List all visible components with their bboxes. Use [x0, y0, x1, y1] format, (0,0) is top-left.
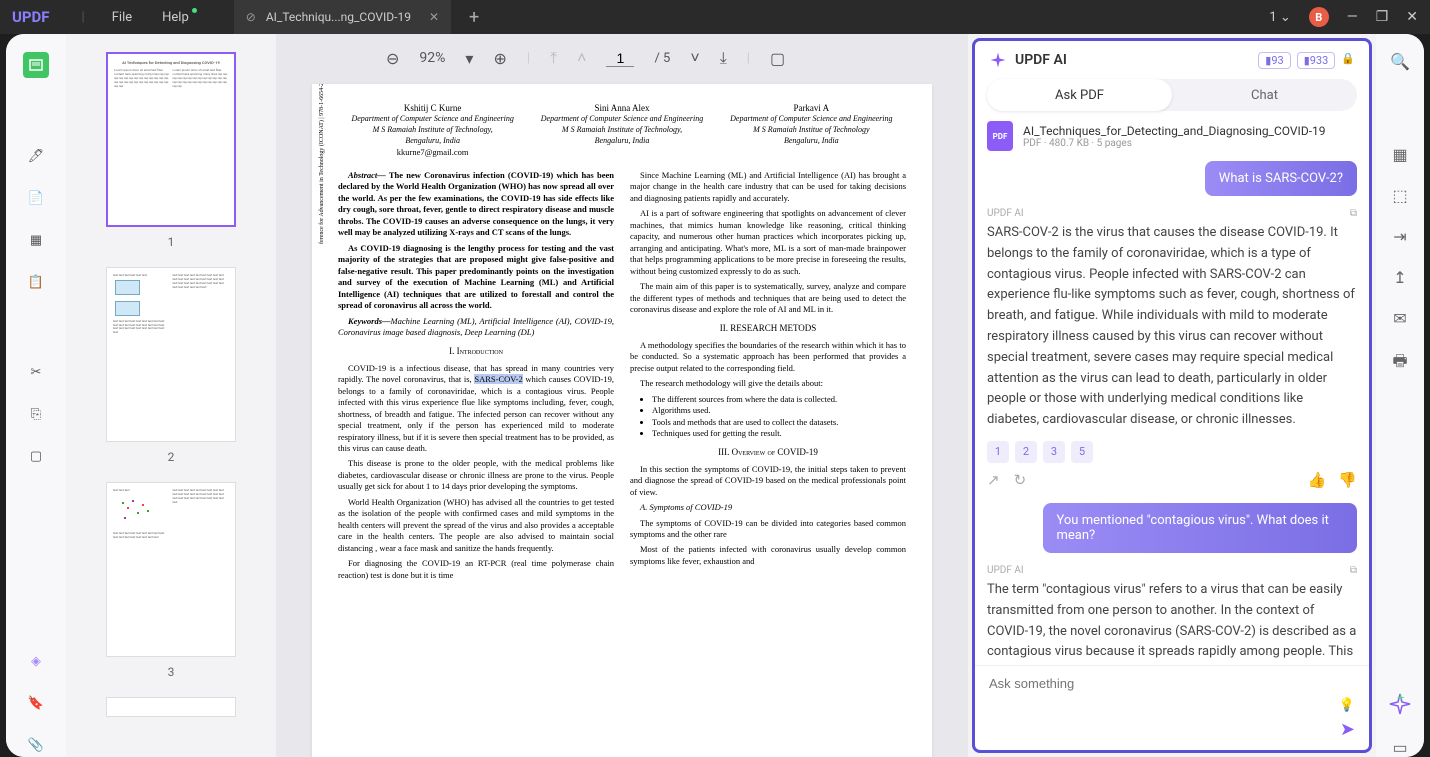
layers-icon[interactable]: ◈	[24, 649, 48, 673]
zoom-in-icon[interactable]: ⊕	[493, 49, 506, 68]
bookmark-icon[interactable]: 🔖	[24, 691, 48, 715]
first-page-icon[interactable]: ⤒	[550, 48, 557, 68]
last-page-icon[interactable]: ⤓	[720, 48, 727, 68]
crop-tool-icon[interactable]: ✂	[24, 360, 48, 384]
ai-tabs: Ask PDF Chat	[987, 79, 1357, 111]
ai-panel: UPDF AI ▮93 ▮933 🔒 Ask PDF Chat PDF AI_T…	[972, 38, 1372, 753]
copy-icon[interactable]: ⧉	[1350, 565, 1357, 576]
lightbulb-icon[interactable]: 💡	[1339, 698, 1355, 713]
ref-2[interactable]: 2	[1015, 441, 1037, 463]
page-tool-icon[interactable]: ▦	[24, 228, 48, 252]
vertical-citation: ference for Advancement in Technology (I…	[318, 84, 326, 244]
next-page-icon[interactable]: ˅	[690, 48, 699, 68]
ocr-icon[interactable]: ⬚	[1392, 186, 1407, 205]
email-icon[interactable]: ✉	[1393, 309, 1406, 328]
tab-chat[interactable]: Chat	[1172, 79, 1357, 111]
doc-toolbar: ⊖ 92% ▾ ⊕ | ⤒ ˄ / 5 ˅ ⤓ | ▢	[276, 34, 968, 82]
regenerate-icon[interactable]: ↻	[1014, 471, 1027, 489]
user-avatar[interactable]: B	[1309, 7, 1329, 27]
tab-doc-icon: ⊘	[246, 10, 256, 24]
ai-source-label: UPDF AI	[987, 208, 1024, 219]
copy-icon[interactable]: ⧉	[1350, 208, 1357, 219]
chat-scroll[interactable]: What is SARS-COV-2? UPDF AI ⧉ SARS-COV-2 …	[975, 161, 1369, 665]
share-icon-right[interactable]: ↥	[1393, 268, 1406, 287]
attachment-icon[interactable]: 📎	[24, 733, 48, 757]
ai-panel-title: UPDF AI	[1015, 52, 1067, 68]
zoom-out-icon[interactable]: ⊖	[386, 49, 399, 68]
thumbs-up-icon[interactable]: 👍	[1308, 471, 1327, 489]
form-tool-icon[interactable]: ⎘	[24, 402, 48, 426]
thumbnail-4[interactable]	[96, 697, 246, 717]
ref-4[interactable]: 5	[1071, 441, 1093, 463]
new-tab-button[interactable]: +	[469, 7, 479, 28]
user-message-2: You mentioned "contagious virus". What d…	[1043, 503, 1358, 553]
tool-icon-4[interactable]: 📋	[24, 270, 48, 294]
redact-tool-icon[interactable]: ▢	[24, 444, 48, 468]
ai-input[interactable]	[989, 676, 1355, 691]
thumbnail-2[interactable]: text text text text text texttext text t…	[96, 267, 246, 464]
right-toolbar: 🔍 ▦ ⬚ ⇥ ↥ ✉ 🖶 ▭	[1376, 34, 1424, 757]
thumbnail-3[interactable]: text text texttext text text text text t…	[96, 482, 246, 679]
search-icon[interactable]: 🔍	[1390, 52, 1410, 71]
reference-chips: 1 2 3 5	[987, 441, 1357, 463]
credit-badge-1[interactable]: ▮93	[1258, 52, 1290, 69]
ai-response-2: The term "contagious virus" refers to a …	[987, 580, 1357, 665]
left-toolbar: 🖊 📄 ▦ 📋 ✂ ⎘ ▢ ◈ 🔖 📎	[6, 34, 66, 757]
lock-icon[interactable]: 🔒	[1341, 52, 1355, 69]
share-icon[interactable]: ↗	[987, 471, 1000, 489]
edit-tool-icon[interactable]: 📄	[24, 186, 48, 210]
thumbnail-panel: AI Techniques for Detecting and Diagnosi…	[66, 34, 276, 757]
menu-help[interactable]: Help	[162, 10, 189, 25]
document-area: ⊖ 92% ▾ ⊕ | ⤒ ˄ / 5 ˅ ⤓ | ▢ ference for …	[276, 34, 968, 757]
tab-close-icon[interactable]: ✕	[429, 10, 439, 24]
ai-response: SARS-COV-2 is the virus that causes the …	[987, 223, 1357, 431]
counter[interactable]: 1 ⌄	[1269, 10, 1290, 25]
send-button[interactable]: ➤	[1340, 719, 1355, 740]
tab-ask-pdf[interactable]: Ask PDF	[987, 79, 1172, 111]
zoom-dropdown-icon[interactable]: ▾	[465, 49, 473, 68]
zoom-level[interactable]: 92%	[419, 50, 445, 66]
minimize-button[interactable]: —	[1347, 9, 1358, 25]
credit-badge-2[interactable]: ▮933	[1297, 52, 1336, 69]
tab-title: AI_Techniqu...ng_COVID-19	[266, 10, 411, 24]
comment-tool-icon[interactable]: 🖊	[24, 144, 48, 168]
export-icon[interactable]: ▦	[1392, 145, 1407, 164]
document-tab[interactable]: ⊘ AI_Techniqu...ng_COVID-19 ✕	[234, 0, 451, 34]
thumbs-down-icon[interactable]: 👎	[1338, 471, 1357, 489]
presentation-icon[interactable]: ▢	[770, 49, 785, 68]
maximize-button[interactable]: ❐	[1376, 9, 1389, 25]
slideshow-icon[interactable]: ▭	[1392, 738, 1407, 757]
ref-1[interactable]: 1	[987, 441, 1009, 463]
print-icon[interactable]: 🖶	[1392, 350, 1407, 377]
ref-3[interactable]: 3	[1043, 441, 1065, 463]
page-number-input[interactable]	[606, 50, 634, 67]
compress-icon[interactable]: ⇥	[1393, 227, 1406, 246]
app-logo: UPDF	[12, 8, 50, 26]
ai-star-icon[interactable]	[1388, 692, 1412, 716]
doc-chip[interactable]: PDF AI_Techniques_for_Detecting_and_Diag…	[987, 121, 1357, 151]
close-window-button[interactable]: ✕	[1406, 9, 1418, 25]
prev-page-icon[interactable]: ˄	[577, 48, 586, 68]
menu-file[interactable]: File	[112, 10, 132, 25]
pdf-page[interactable]: ference for Advancement in Technology (I…	[312, 84, 932, 757]
thumbnail-1[interactable]: AI Techniques for Detecting and Diagnosi…	[96, 52, 246, 249]
titlebar: UPDF | File Help ⊘ AI_Techniqu...ng_COVI…	[0, 0, 1430, 34]
highlighted-term: SARS-COV-2	[474, 374, 522, 384]
pdf-file-icon: PDF	[987, 121, 1013, 151]
updf-ai-logo-icon	[989, 51, 1007, 69]
reader-mode-icon[interactable]	[23, 52, 49, 78]
user-message: What is SARS-COV-2?	[1205, 161, 1357, 196]
